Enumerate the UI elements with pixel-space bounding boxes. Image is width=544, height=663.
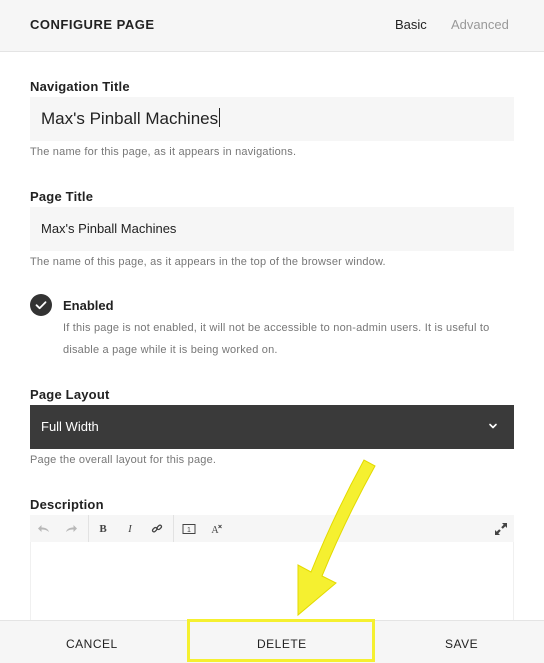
- delete-highlight-box: [187, 619, 375, 662]
- chevron-down-icon: [489, 423, 497, 429]
- cancel-button[interactable]: CANCEL: [66, 637, 118, 651]
- page-layout-value: Full Width: [41, 419, 99, 434]
- italic-icon[interactable]: I: [121, 520, 139, 538]
- bold-icon[interactable]: B: [94, 520, 112, 538]
- panel-header: CONFIGURE PAGE Basic Advanced: [0, 0, 544, 52]
- insert-block-glyph: 1: [187, 527, 191, 534]
- enabled-checkbox[interactable]: [30, 294, 52, 316]
- description-editor[interactable]: [30, 542, 514, 622]
- description-label: Description: [30, 497, 104, 512]
- clear-format-icon[interactable]: A: [207, 520, 225, 538]
- navigation-title-input[interactable]: Max's Pinball Machines: [30, 97, 514, 141]
- page-title-value: Max's Pinball Machines: [41, 221, 177, 236]
- toolbar-divider: [88, 515, 89, 542]
- link-icon[interactable]: [148, 520, 166, 538]
- page-layout-help: Page the overall layout for this page.: [30, 454, 217, 466]
- page-title-input[interactable]: Max's Pinball Machines: [30, 207, 514, 251]
- tab-advanced[interactable]: Advanced: [451, 17, 509, 32]
- navigation-title-value: Max's Pinball Machines: [41, 109, 219, 128]
- navigation-title-label: Navigation Title: [30, 79, 130, 94]
- page-title-help: The name of this page, as it appears in …: [30, 256, 386, 268]
- clear-format-glyph: A: [211, 525, 219, 535]
- enabled-label: Enabled: [63, 298, 114, 313]
- text-cursor: [219, 108, 221, 127]
- save-button[interactable]: SAVE: [445, 637, 478, 651]
- page-title-label: Page Title: [30, 189, 94, 204]
- toolbar-divider: [173, 515, 174, 542]
- checkmark-icon: [35, 301, 47, 310]
- navigation-title-help: The name for this page, as it appears in…: [30, 146, 297, 158]
- page-layout-select[interactable]: Full Width: [30, 405, 514, 449]
- expand-icon[interactable]: [492, 520, 510, 538]
- panel-title: CONFIGURE PAGE: [30, 17, 155, 32]
- redo-icon[interactable]: [62, 520, 80, 538]
- editor-toolbar: B I 1 A: [30, 515, 514, 542]
- undo-icon[interactable]: [35, 520, 53, 538]
- enabled-help: If this page is not enabled, it will not…: [63, 322, 490, 356]
- page-layout-label: Page Layout: [30, 387, 110, 402]
- insert-block-icon[interactable]: 1: [180, 520, 198, 538]
- tab-basic[interactable]: Basic: [395, 17, 427, 32]
